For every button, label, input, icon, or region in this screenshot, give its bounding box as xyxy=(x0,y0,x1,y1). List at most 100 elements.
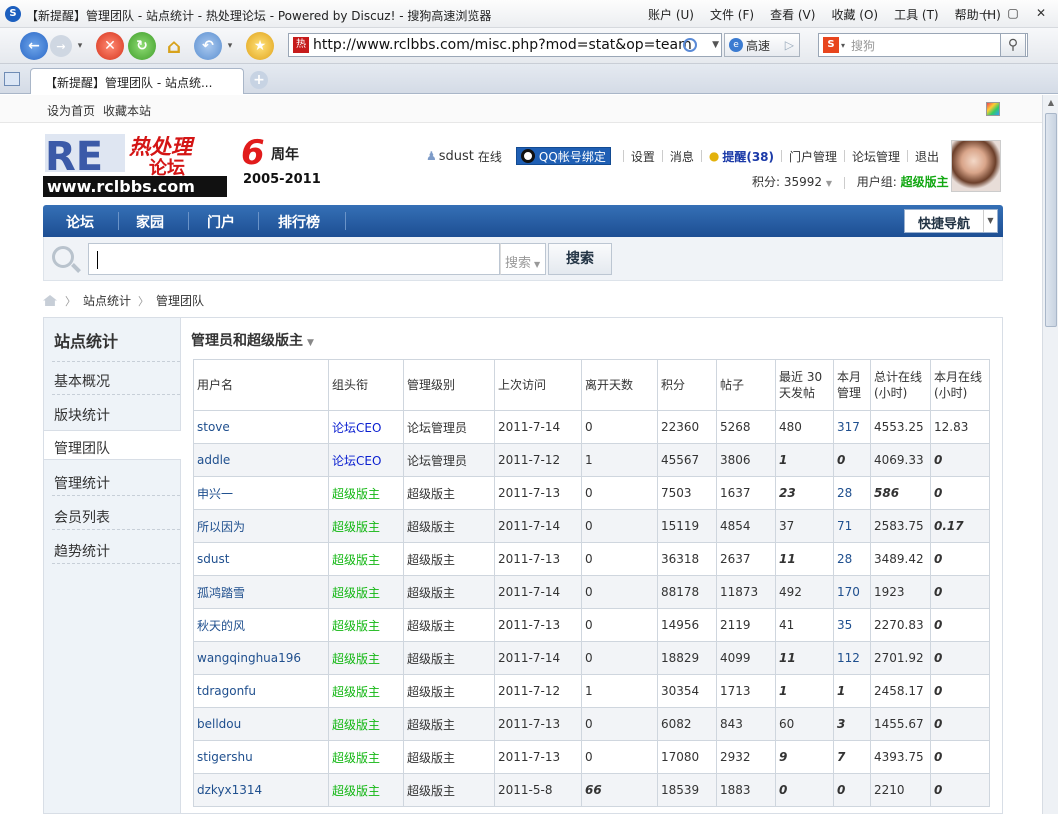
sidebar-item-forums[interactable]: 版块统计 xyxy=(44,398,182,428)
back-icon[interactable]: ← xyxy=(20,32,48,60)
group-title[interactable]: 超级版主 xyxy=(328,476,404,510)
sidebar-item-trend[interactable]: 趋势统计 xyxy=(44,534,182,564)
section-dropdown-icon[interactable]: ▼ xyxy=(307,338,314,348)
address-text[interactable]: http://www.rclbbs.com/misc.php?mod=stat&… xyxy=(313,37,692,53)
close-icon[interactable]: ✕ xyxy=(1030,4,1052,22)
address-dropdown-icon[interactable]: ▼ xyxy=(712,40,719,50)
username-link[interactable]: belldou xyxy=(193,707,329,741)
username-link[interactable]: tdragonfu xyxy=(193,674,329,708)
style-switch-icon[interactable] xyxy=(986,102,1000,116)
logout-link[interactable]: 退出 xyxy=(915,148,939,165)
username-link[interactable]: 申兴一 xyxy=(193,476,329,510)
username-link[interactable]: sdust xyxy=(439,149,474,164)
engine-dropdown-icon[interactable]: ▾ xyxy=(841,41,845,50)
month-manage-link[interactable]: 170 xyxy=(833,575,871,609)
stop-icon[interactable]: ✕ xyxy=(96,32,124,60)
username-link[interactable]: 孤鸿踏雪 xyxy=(193,575,329,609)
month-manage-link[interactable]: 1 xyxy=(833,674,871,708)
username-link[interactable]: 所以因为 xyxy=(193,509,329,543)
browser-search-input[interactable]: S ▾ 搜狗 xyxy=(818,33,1028,57)
site-search-button[interactable]: 搜索 xyxy=(548,243,612,275)
group-title[interactable]: 超级版主 xyxy=(328,542,404,576)
user-group[interactable]: 超级版主 xyxy=(901,175,949,189)
restore-dropdown-icon[interactable]: ▾ xyxy=(222,38,238,54)
month-manage-link[interactable]: 317 xyxy=(833,410,871,444)
month-manage-link[interactable]: 28 xyxy=(833,476,871,510)
sidebar-item-modworks[interactable]: 管理统计 xyxy=(44,466,182,496)
menu-tools[interactable]: 工具 (T) xyxy=(894,6,939,23)
username-link[interactable]: addle xyxy=(193,443,329,477)
home-icon[interactable]: ⌂ xyxy=(160,32,188,60)
refresh-icon[interactable]: ↻ xyxy=(128,32,156,60)
maximize-icon[interactable]: ▢ xyxy=(1002,4,1024,22)
minimize-icon[interactable]: — xyxy=(974,4,996,22)
bookmark-site-link[interactable]: 收藏本站 xyxy=(103,102,151,119)
scroll-up-icon[interactable]: ▲ xyxy=(1043,95,1058,111)
sidebar-item-team[interactable]: 管理团队 xyxy=(44,430,183,460)
month-manage-link[interactable]: 7 xyxy=(833,740,871,774)
sidebar-item-overview[interactable]: 基本概况 xyxy=(44,364,182,394)
group-title[interactable]: 超级版主 xyxy=(328,773,404,807)
page-scrollbar[interactable]: ▲ xyxy=(1042,95,1058,814)
nav-portal[interactable]: 门户 xyxy=(207,212,235,232)
site-logo[interactable]: RE 热处理 论坛 6 周年 2005-2011 www.rclbbs.com xyxy=(43,130,330,198)
username-link[interactable]: stigershu xyxy=(193,740,329,774)
month-manage-link[interactable]: 112 xyxy=(833,641,871,675)
new-tab-icon[interactable]: + xyxy=(250,71,268,89)
username-link[interactable]: sdust xyxy=(193,542,329,576)
group-title[interactable]: 论坛CEO xyxy=(328,443,404,477)
sidebar-item-members[interactable]: 会员列表 xyxy=(44,500,182,530)
nav-ranking[interactable]: 排行榜 xyxy=(278,212,320,232)
forward-icon[interactable]: → xyxy=(50,35,72,57)
group-title[interactable]: 超级版主 xyxy=(328,740,404,774)
speed-mode-button[interactable]: e 高速 ▷ xyxy=(724,33,800,57)
nav-forum[interactable]: 论坛 xyxy=(66,212,94,232)
points-dropdown-icon[interactable]: ▼ xyxy=(826,179,832,188)
menu-view[interactable]: 查看 (V) xyxy=(770,6,815,23)
remind-link[interactable]: 提醒(38) xyxy=(722,148,774,165)
menu-favorites[interactable]: 收藏 (O) xyxy=(831,6,878,23)
security-icon[interactable] xyxy=(683,38,697,52)
history-dropdown-icon[interactable]: ▾ xyxy=(72,38,88,54)
username-link[interactable]: wangqinghua196 xyxy=(193,641,329,675)
group-title[interactable]: 超级版主 xyxy=(328,707,404,741)
month-manage-link[interactable]: 3 xyxy=(833,707,871,741)
group-title[interactable]: 超级版主 xyxy=(328,509,404,543)
breadcrumb-home-icon[interactable] xyxy=(43,295,57,306)
portal-manage-link[interactable]: 门户管理 xyxy=(789,148,837,165)
scrollbar-thumb[interactable] xyxy=(1045,113,1057,327)
qq-bind-button[interactable]: QQ帐号绑定 xyxy=(515,147,611,165)
settings-link[interactable]: 设置 xyxy=(631,148,655,165)
search-type-select[interactable]: 搜索 ▼ xyxy=(500,243,546,275)
forum-manage-link[interactable]: 论坛管理 xyxy=(852,148,900,165)
site-search-input[interactable] xyxy=(88,243,500,275)
month-manage-link[interactable]: 71 xyxy=(833,509,871,543)
search-type-dropdown-icon[interactable]: ▼ xyxy=(534,260,540,269)
month-manage-link[interactable]: 28 xyxy=(833,542,871,576)
quick-nav-button[interactable]: 快捷导航 ▼ xyxy=(904,209,998,233)
play-icon[interactable]: ▷ xyxy=(785,38,794,52)
username-link[interactable]: dzkyx1314 xyxy=(193,773,329,807)
group-title[interactable]: 超级版主 xyxy=(328,575,404,609)
menu-account[interactable]: 账户 (U) xyxy=(648,6,694,23)
nav-home[interactable]: 家园 xyxy=(136,212,164,232)
group-title[interactable]: 超级版主 xyxy=(328,608,404,642)
username-link[interactable]: 秋天的风 xyxy=(193,608,329,642)
group-title[interactable]: 论坛CEO xyxy=(328,410,404,444)
group-title[interactable]: 超级版主 xyxy=(328,641,404,675)
tab-active[interactable]: 【新提醒】管理团队 - 站点统... xyxy=(30,68,244,94)
set-homepage-link[interactable]: 设为首页 xyxy=(47,102,95,119)
month-manage-link[interactable]: 0 xyxy=(833,773,871,807)
sidebar-toggle-icon[interactable] xyxy=(4,72,20,86)
group-title[interactable]: 超级版主 xyxy=(328,674,404,708)
browser-search-button[interactable]: ⚲ xyxy=(1000,33,1026,57)
section-title[interactable]: 管理员和超级版主 ▼ xyxy=(191,330,314,350)
points-label[interactable]: 积分: 35992 xyxy=(752,175,822,189)
month-manage-link[interactable]: 35 xyxy=(833,608,871,642)
breadcrumb-stat[interactable]: 站点统计 xyxy=(83,292,131,309)
restore-icon[interactable]: ↶ xyxy=(194,32,222,60)
username-link[interactable]: stove xyxy=(193,410,329,444)
address-bar[interactable]: 热 http://www.rclbbs.com/misc.php?mod=sta… xyxy=(288,33,722,57)
menu-file[interactable]: 文件 (F) xyxy=(710,6,754,23)
quick-nav-dropdown-icon[interactable]: ▼ xyxy=(983,210,997,232)
